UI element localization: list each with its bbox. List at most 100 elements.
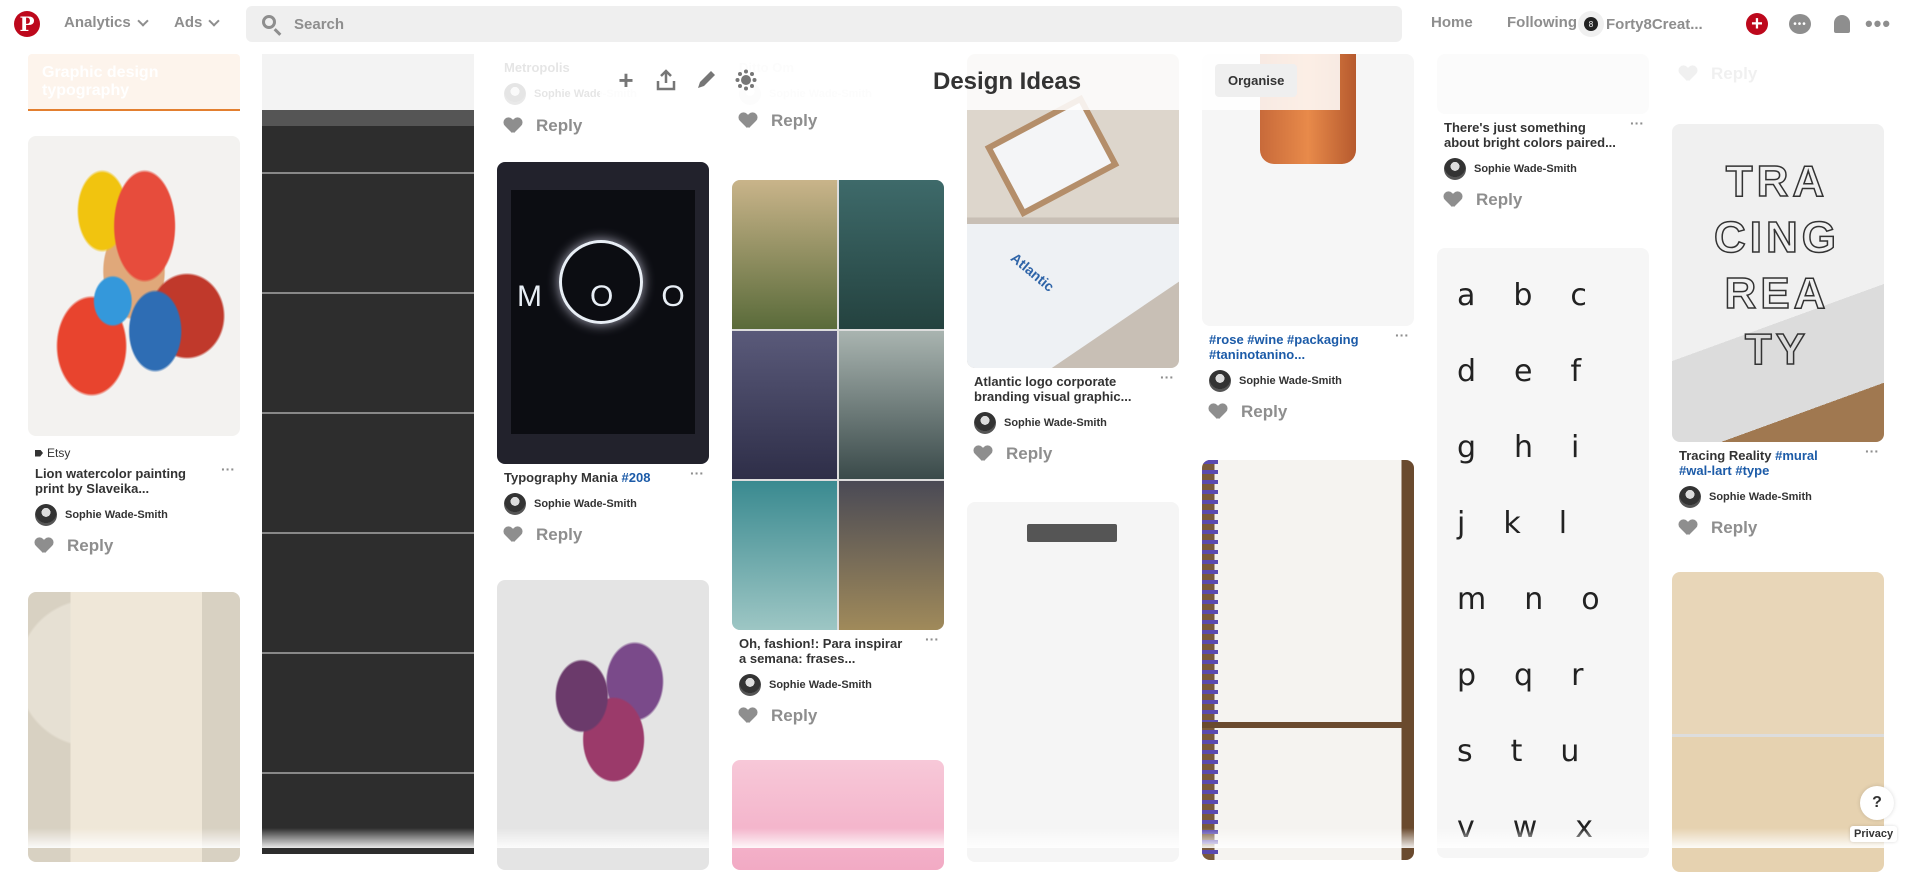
chevron-down-icon [208, 14, 221, 27]
pin-title[interactable]: There's just something about bright colo… [1444, 116, 1644, 151]
home-link[interactable]: Home [1431, 14, 1473, 31]
more-icon[interactable]: ··· [1395, 328, 1409, 343]
lettering-sheet-image[interactable] [967, 502, 1179, 862]
privacy-link[interactable]: Privacy [1850, 826, 1898, 842]
following-link[interactable]: Following [1507, 14, 1577, 31]
watercolor-letter-image[interactable] [497, 580, 709, 870]
reply-row: Reply [504, 116, 582, 136]
heart-icon[interactable] [1679, 66, 1697, 82]
pin-card[interactable] [967, 502, 1179, 862]
search-input[interactable] [294, 6, 1384, 42]
create-plus-icon[interactable]: + [1746, 13, 1768, 35]
more-options-icon[interactable]: ••• [1865, 11, 1890, 36]
pin-title[interactable]: Typography Mania #208 ··· [504, 466, 704, 486]
more-icon[interactable]: ··· [690, 466, 704, 481]
account-name: Forty8Creat... [1606, 15, 1703, 33]
more-icon[interactable]: ··· [1160, 370, 1174, 385]
pin-title-text: Oh, fashion!: Para inspirar a semana: fr… [739, 636, 903, 666]
pin-card[interactable] [732, 760, 944, 870]
ads-dropdown[interactable]: Ads [174, 14, 221, 31]
heart-icon[interactable] [504, 118, 522, 134]
section-header[interactable]: Graphic design typography [28, 54, 240, 111]
pin-card[interactable] [497, 580, 709, 870]
pin-card[interactable]: abcdefghijklmnopqrstuvwx [1437, 248, 1649, 858]
heart-icon[interactable] [1444, 192, 1462, 208]
pin-card[interactable]: TRA CING REA TY Tracing Reality #mural #wal… [1672, 124, 1884, 538]
heart-icon[interactable] [504, 527, 522, 543]
bright-colors-image[interactable] [1437, 54, 1649, 114]
pin-title[interactable]: Lion watercolor painting print by Slavei… [35, 462, 235, 497]
bell-icon [1834, 15, 1850, 33]
notebook-lettering-image[interactable] [1202, 460, 1414, 860]
pinterest-logo-icon[interactable]: P [14, 11, 40, 37]
reply-row: Reply [974, 444, 1172, 464]
heart-icon[interactable] [974, 446, 992, 462]
pin-card[interactable]: Oh, fashion!: Para inspirar a semana: fr… [732, 180, 944, 726]
pin-user[interactable]: Sophie Wade-Smith [739, 674, 937, 696]
more-ideas-icon[interactable] [732, 66, 760, 94]
reply-button[interactable]: Reply [536, 116, 582, 136]
messages-button[interactable]: ••• [1788, 12, 1812, 36]
avatar [1679, 486, 1701, 508]
pin-card[interactable]: There's just something about bright colo… [1437, 54, 1649, 210]
account-button[interactable]: 8 Forty8Creat... [1584, 9, 1703, 39]
pin-title[interactable]: Oh, fashion!: Para inspirar a semana: fr… [739, 632, 939, 667]
pin-card[interactable] [28, 592, 240, 862]
board-header: + Design Ideas Organise [600, 54, 1340, 110]
heart-icon[interactable] [739, 708, 757, 724]
share-icon[interactable] [652, 66, 680, 94]
edit-pencil-icon[interactable] [692, 66, 720, 94]
hashtag-link[interactable]: #208 [622, 470, 651, 485]
moon-poster-image[interactable]: MOON [497, 162, 709, 464]
pin-card[interactable] [262, 54, 474, 854]
pin-card[interactable]: Etsy Lion watercolor painting print by S… [28, 136, 240, 556]
pin-user[interactable]: Sophie Wade-Smith [35, 504, 233, 526]
pin-card[interactable]: Reply [1672, 54, 1884, 84]
heart-icon[interactable] [1209, 404, 1227, 420]
reply-button[interactable]: Reply [536, 525, 582, 545]
pin-card[interactable]: MOON Typography Mania #208 ··· Sophie Wad… [497, 162, 709, 545]
reply-button[interactable]: Reply [1006, 444, 1052, 464]
wool-tag-image[interactable] [28, 592, 240, 862]
logo-collection-image[interactable] [262, 54, 474, 854]
pin-card[interactable]: Atlantic Atlantic logo corporate brandin… [967, 54, 1179, 464]
more-icon[interactable]: ··· [925, 632, 939, 647]
help-button[interactable]: ? [1860, 786, 1894, 820]
pin-user[interactable]: Sophie Wade-Smith [1679, 486, 1877, 508]
pin-user[interactable]: Sophie Wade-Smith [1444, 158, 1642, 180]
pin-card[interactable] [1202, 460, 1414, 860]
pin-title[interactable]: Tracing Reality #mural #wal-lart #type ··… [1679, 444, 1879, 479]
alphabet-font-image[interactable]: abcdefghijklmnopqrstuvwx [1437, 248, 1649, 858]
avatar [504, 83, 526, 105]
add-icon[interactable]: + [612, 65, 640, 95]
source-label: Etsy [47, 446, 71, 460]
reply-button[interactable]: Reply [1711, 64, 1757, 84]
heart-icon[interactable] [1679, 520, 1697, 536]
reply-button[interactable]: Reply [1241, 402, 1287, 422]
heart-icon[interactable] [739, 113, 757, 129]
reply-button[interactable]: Reply [67, 536, 113, 556]
pin-title[interactable]: #rose #wine #packaging #taninotanino... ·… [1209, 328, 1409, 363]
pin-user[interactable]: Sophie Wade-Smith [1209, 370, 1407, 392]
search-bar [246, 6, 1402, 42]
stamp-image[interactable] [732, 760, 944, 870]
pin-source[interactable]: Etsy [35, 446, 233, 460]
quotes-collage-image[interactable] [732, 180, 944, 630]
more-icon[interactable]: ··· [1630, 116, 1644, 131]
lion-painting-image[interactable] [28, 136, 240, 436]
pin-user[interactable]: Sophie Wade-Smith [974, 412, 1172, 434]
pin-user[interactable]: Sophie Wade-Smith [504, 493, 702, 515]
heart-icon[interactable] [35, 538, 53, 554]
reply-button[interactable]: Reply [771, 111, 817, 131]
more-icon[interactable]: ··· [1865, 444, 1879, 459]
avatar [1444, 158, 1466, 180]
tracing-reality-mural-image[interactable]: TRA CING REA TY [1672, 124, 1884, 442]
pin-title[interactable]: Atlantic logo corporate branding visual … [974, 370, 1174, 405]
analytics-dropdown[interactable]: Analytics [64, 14, 149, 31]
reply-button[interactable]: Reply [771, 706, 817, 726]
reply-button[interactable]: Reply [1711, 518, 1757, 538]
more-icon[interactable]: ··· [221, 462, 235, 477]
notifications-button[interactable] [1830, 12, 1854, 36]
reply-button[interactable]: Reply [1476, 190, 1522, 210]
organise-button[interactable]: Organise [1215, 64, 1298, 97]
